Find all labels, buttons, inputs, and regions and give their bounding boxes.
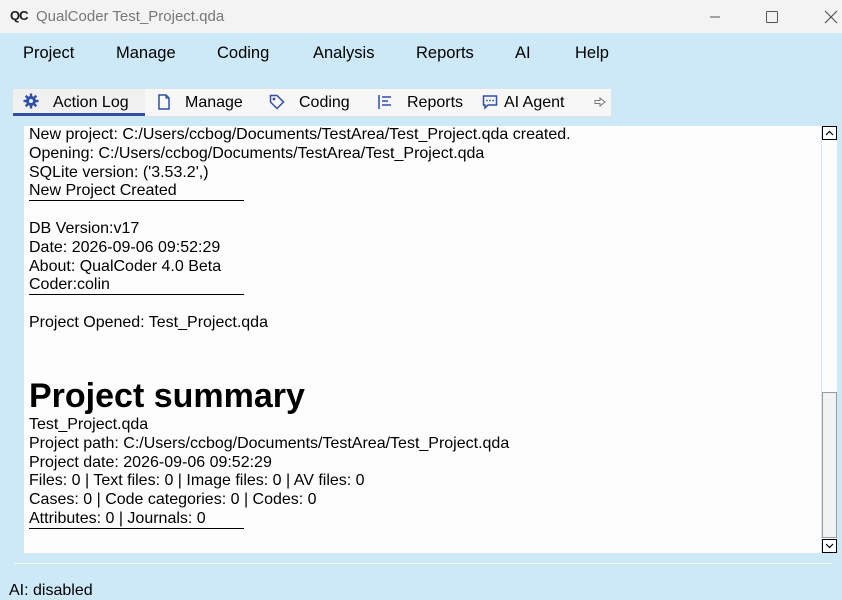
summary-text: Test_Project.qda Project path: C:/Users/… bbox=[29, 416, 509, 529]
log-text: New project: C:/Users/ccbog/Documents/Te… bbox=[29, 126, 571, 333]
chevron-up-icon bbox=[825, 130, 834, 136]
maximize-icon bbox=[766, 10, 778, 23]
log-line: SQLite version: ('3.53.2',) bbox=[29, 163, 209, 181]
scroll-thumb[interactable] bbox=[822, 392, 837, 538]
menu-analysis[interactable]: Analysis bbox=[313, 44, 374, 63]
menu-bar: Project Manage Coding Analysis Reports A… bbox=[0, 33, 842, 73]
close-button[interactable] bbox=[808, 0, 842, 33]
log-line: New project: C:/Users/ccbog/Documents/Te… bbox=[29, 126, 571, 143]
scroll-down-button[interactable] bbox=[822, 539, 837, 553]
menu-project[interactable]: Project bbox=[23, 44, 74, 63]
summary-line: Files: 0 | Text files: 0 | Image files: … bbox=[29, 472, 365, 490]
log-line: Coder:colin bbox=[29, 276, 571, 296]
log-line: Project Opened: Test_Project.qda bbox=[29, 313, 268, 331]
maximize-button[interactable] bbox=[749, 0, 795, 33]
tab-ai-agent-label: AI Agent bbox=[504, 94, 565, 111]
log-line: About: QualCoder 4.0 Beta bbox=[29, 257, 222, 275]
minimize-icon bbox=[710, 16, 720, 17]
tab-bar: Action Log Manage Coding Reports AI Agen… bbox=[12, 88, 612, 117]
menu-help[interactable]: Help bbox=[575, 44, 609, 63]
status-text: AI: disabled bbox=[9, 582, 93, 599]
menu-coding[interactable]: Coding bbox=[217, 44, 269, 63]
tab-reports-label: Reports bbox=[407, 94, 464, 111]
log-blank bbox=[29, 201, 571, 220]
log-line-underlined: New Project Created bbox=[29, 182, 244, 202]
log-line: Date: 2026-09-06 09:52:29 bbox=[29, 238, 221, 256]
chat-icon bbox=[482, 95, 498, 110]
gear-icon bbox=[23, 93, 39, 109]
summary-heading: Project summary bbox=[29, 377, 305, 415]
summary-line: Project path: C:/Users/ccbog/Documents/T… bbox=[29, 434, 510, 452]
menu-manage[interactable]: Manage bbox=[116, 44, 176, 63]
log-line: New Project Created bbox=[29, 182, 571, 202]
close-icon bbox=[824, 10, 838, 23]
tab-action-log-label: Action Log bbox=[53, 94, 129, 111]
title-bar: QC QualCoder Test_Project.qda bbox=[0, 0, 842, 33]
tab-scroll-button[interactable] bbox=[591, 89, 611, 116]
chevron-down-icon bbox=[825, 543, 834, 549]
list-icon bbox=[378, 95, 391, 109]
menu-ai[interactable]: AI bbox=[515, 44, 531, 63]
vertical-scrollbar[interactable] bbox=[822, 126, 837, 553]
window-title: QualCoder Test_Project.qda bbox=[36, 8, 225, 25]
tab-reports[interactable]: Reports bbox=[365, 89, 471, 116]
tab-manage[interactable]: Manage bbox=[147, 89, 251, 116]
log-blank bbox=[29, 295, 571, 314]
tab-coding-label: Coding bbox=[299, 94, 350, 111]
log-line: Opening: C:/Users/ccbog/Documents/TestAr… bbox=[29, 144, 485, 162]
summary-line-underlined: Attributes: 0 | Journals: 0 bbox=[29, 510, 244, 529]
tab-coding[interactable]: Coding bbox=[257, 89, 361, 116]
summary-line: Test_Project.qda bbox=[29, 416, 149, 433]
arrow-right-icon bbox=[594, 97, 606, 107]
summary-line: Project date: 2026-09-06 09:52:29 bbox=[29, 453, 272, 471]
tab-manage-label: Manage bbox=[185, 94, 243, 111]
tab-ai-agent[interactable]: AI Agent bbox=[475, 89, 587, 116]
summary-line: Attributes: 0 | Journals: 0 bbox=[29, 510, 509, 529]
menu-reports[interactable]: Reports bbox=[416, 44, 474, 63]
summary-line: Cases: 0 | Code categories: 0 | Codes: 0 bbox=[29, 491, 317, 509]
log-line: DB Version:v17 bbox=[29, 219, 140, 237]
divider bbox=[14, 563, 832, 564]
tab-action-log[interactable]: Action Log bbox=[13, 89, 145, 116]
action-log-panel[interactable]: New project: C:/Users/ccbog/Documents/Te… bbox=[24, 126, 821, 553]
scroll-up-button[interactable] bbox=[822, 126, 837, 140]
toolbar-area: Action Log Manage Coding Reports AI Agen… bbox=[0, 73, 842, 125]
minimize-button[interactable] bbox=[692, 0, 738, 33]
app-logo: QC bbox=[10, 8, 29, 23]
document-icon bbox=[158, 94, 170, 110]
tag-icon bbox=[269, 94, 285, 110]
log-line-underlined: Coder:colin bbox=[29, 276, 244, 296]
